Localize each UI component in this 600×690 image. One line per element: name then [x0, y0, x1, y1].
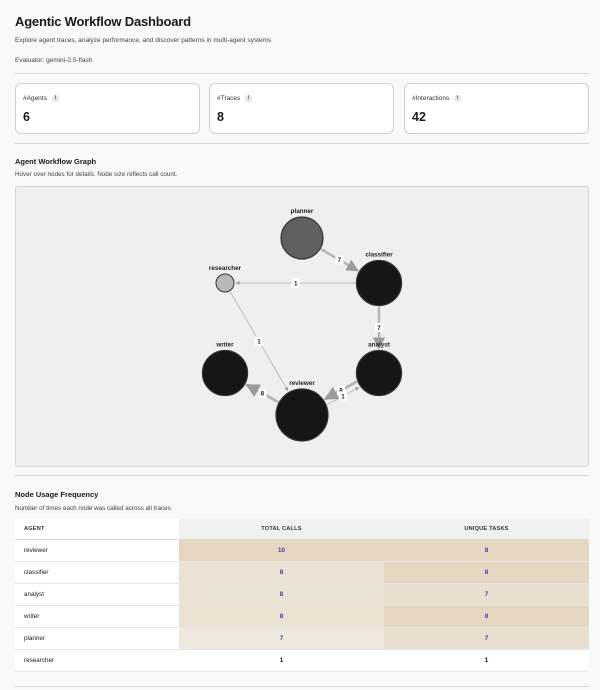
- agent-cell: analyst: [15, 583, 179, 606]
- evaluator-label: Evaluator: gemini-2.5-flash: [15, 57, 93, 64]
- graph-node-planner[interactable]: [280, 216, 324, 260]
- total-calls-cell: 8: [179, 583, 384, 606]
- graph-edge-weight-label: 7: [338, 257, 342, 264]
- agents-card-label: #Agents: [23, 95, 47, 102]
- graph-edge-weight-label: 1: [294, 280, 298, 287]
- graph-node-label-analyst: analyst: [368, 341, 391, 348]
- divider: [15, 143, 589, 144]
- total-calls-cell: 8: [179, 561, 384, 584]
- graph-section-subtitle: Hover over nodes for details. Node size …: [15, 171, 178, 178]
- traces-card-value: 8: [217, 110, 224, 124]
- unique-tasks-cell: 8: [384, 605, 589, 628]
- interactions-card: #Interactions i 42: [404, 83, 589, 134]
- interactions-card-value: 42: [412, 110, 426, 124]
- column-header-agent[interactable]: AGENT: [15, 519, 179, 540]
- divider: [15, 475, 589, 476]
- graph-section-title: Agent Workflow Graph: [15, 157, 97, 166]
- unique-tasks-cell: 8: [384, 539, 589, 562]
- table-row: researcher 1 1: [15, 649, 589, 672]
- table-row: planner 7 7: [15, 627, 589, 650]
- traces-card-label: #Traces: [217, 95, 241, 102]
- info-icon[interactable]: i: [51, 95, 59, 102]
- graph-node-label-researcher: researcher: [209, 265, 242, 272]
- page-title: Agentic Workflow Dashboard: [15, 14, 191, 29]
- unique-tasks-cell: 8: [384, 561, 589, 584]
- info-icon[interactable]: i: [454, 95, 462, 102]
- unique-tasks-cell: 7: [384, 583, 589, 606]
- graph-node-label-planner: planner: [291, 208, 314, 215]
- graph-node-analyst[interactable]: [355, 349, 403, 397]
- total-calls-cell: 7: [179, 627, 384, 650]
- table-row: writer 8 8: [15, 605, 589, 628]
- graph-node-label-classifier: classifier: [365, 251, 393, 258]
- graph-node-writer[interactable]: [201, 349, 249, 397]
- table-row: classifier 8 8: [15, 561, 589, 584]
- table-header-row: AGENT TOTAL CALLS UNIQUE TASKS: [15, 519, 589, 540]
- usage-section-title: Node Usage Frequency: [15, 490, 99, 499]
- interactions-card-label: #Interactions: [412, 95, 450, 102]
- node-usage-table: AGENT TOTAL CALLS UNIQUE TASKS reviewer 1…: [15, 519, 589, 672]
- agent-cell: researcher: [15, 649, 179, 672]
- unique-tasks-cell: 1: [384, 649, 589, 672]
- traces-card: #Traces i 8: [209, 83, 394, 134]
- total-calls-cell: 8: [179, 605, 384, 628]
- column-header-total-calls[interactable]: TOTAL CALLS: [179, 519, 384, 540]
- agents-card: #Agents i 6: [15, 83, 200, 134]
- agent-cell: planner: [15, 627, 179, 650]
- table-row: analyst 8 7: [15, 583, 589, 606]
- agent-cell: classifier: [15, 561, 179, 584]
- agents-card-value: 6: [23, 110, 30, 124]
- graph-edge-weight-label: 1: [257, 339, 261, 346]
- graph-node-label-reviewer: reviewer: [289, 380, 315, 387]
- workflow-graph-canvas[interactable]: 71718 81 plannerclassifierresearcherwrite…: [16, 187, 588, 466]
- total-calls-cell: 1: [179, 649, 384, 672]
- graph-edge-weight-label: 1: [341, 393, 345, 400]
- agent-cell: writer: [15, 605, 179, 628]
- total-calls-cell: 10: [179, 539, 384, 562]
- divider: [15, 73, 589, 74]
- page-subtitle: Explore agent traces, analyze performanc…: [15, 37, 272, 44]
- table-row: reviewer 10 8: [15, 539, 589, 562]
- info-icon[interactable]: i: [245, 95, 253, 102]
- graph-edge-weight-label: 8: [261, 391, 265, 398]
- unique-tasks-cell: 7: [384, 627, 589, 650]
- graph-node-label-writer: writer: [215, 341, 234, 348]
- graph-node-reviewer[interactable]: [275, 388, 329, 442]
- usage-section-subtitle: Number of times each node was called acr…: [15, 505, 171, 512]
- workflow-graph[interactable]: 7171881 planner classifier researcher write…: [15, 186, 589, 467]
- graph-node-classifier[interactable]: [355, 259, 403, 307]
- agent-cell: reviewer: [15, 539, 179, 562]
- graph-edge-weight-label: 7: [377, 325, 381, 332]
- column-header-unique-tasks[interactable]: UNIQUE TASKS: [384, 519, 589, 540]
- graph-node-researcher[interactable]: [215, 273, 235, 293]
- divider: [15, 686, 589, 687]
